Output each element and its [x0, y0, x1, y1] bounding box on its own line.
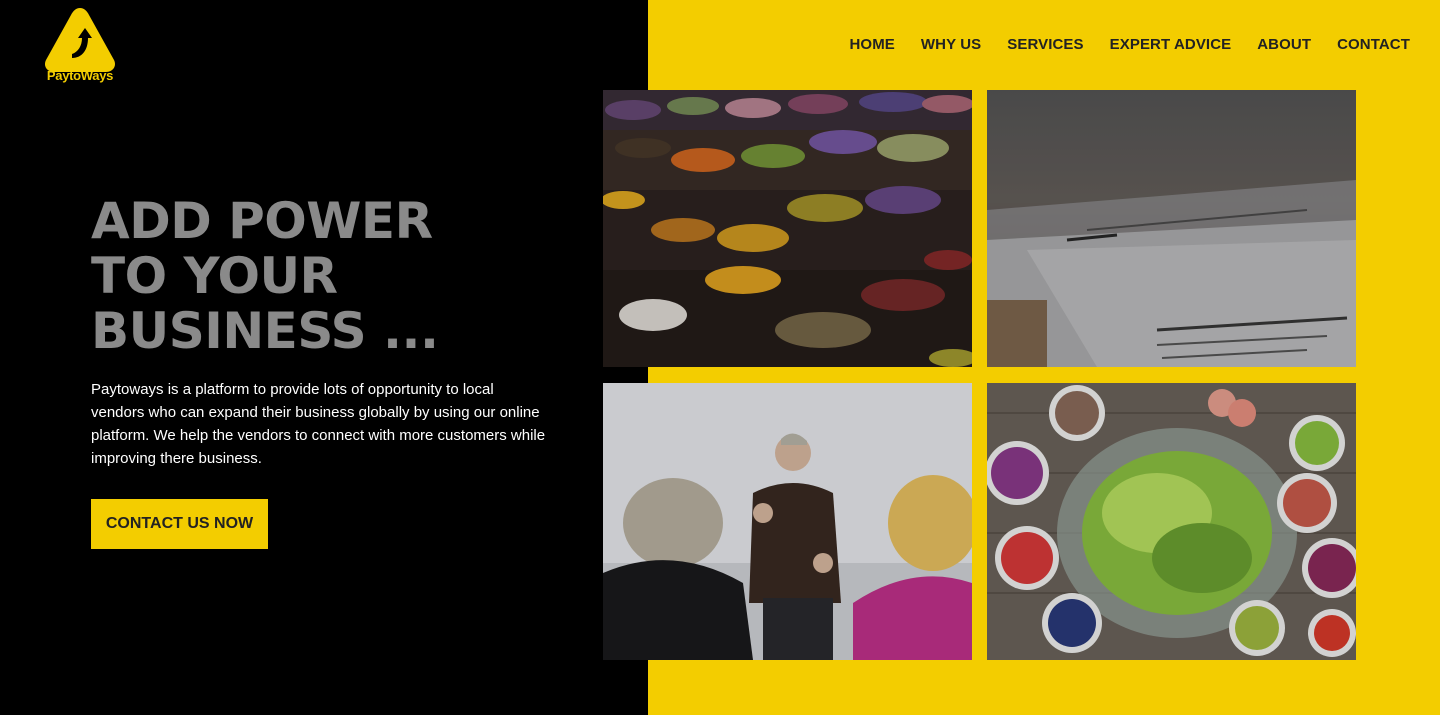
hero-title-line-2: TO YOUR: [91, 247, 338, 305]
hero-title: ADD POWER TO YOUR BUSINESS ...: [91, 194, 551, 359]
main-nav: HOME WHY US SERVICES EXPERT ADVICE ABOUT…: [850, 36, 1411, 53]
documents-image: [987, 90, 1356, 367]
nav-about[interactable]: ABOUT: [1257, 36, 1311, 53]
brand-logo[interactable]: PaytoWays: [40, 6, 120, 86]
contact-us-now-button[interactable]: CONTACT US NOW: [91, 499, 268, 549]
nav-why-us[interactable]: WHY US: [921, 36, 981, 53]
hero-title-line-3: BUSINESS ...: [91, 302, 439, 360]
nav-home[interactable]: HOME: [850, 36, 895, 53]
hero-title-line-1: ADD POWER: [91, 192, 433, 250]
nav-contact[interactable]: CONTACT: [1337, 36, 1410, 53]
presentation-image: [603, 383, 972, 660]
spices-image: [603, 90, 972, 367]
hero-description: Paytoways is a platform to provide lots …: [91, 381, 546, 467]
brand-name: PaytoWays: [46, 68, 114, 83]
salad-image: [987, 383, 1356, 660]
nav-expert-advice[interactable]: EXPERT ADVICE: [1110, 36, 1232, 53]
nav-services[interactable]: SERVICES: [1007, 36, 1083, 53]
logo-triangle-icon: [44, 8, 116, 72]
